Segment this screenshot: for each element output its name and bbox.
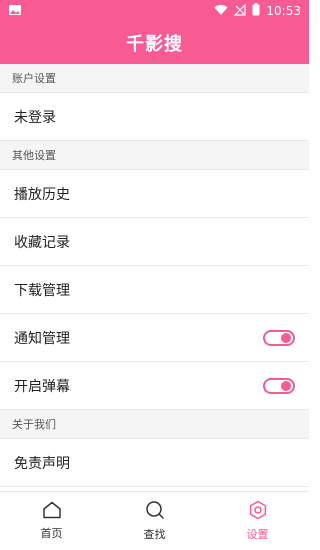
section-header-label: 账户设置 (12, 72, 56, 85)
notifications-item[interactable]: 通知管理 (0, 314, 309, 362)
settings-icon (248, 500, 268, 523)
page-title: 千影搜 (126, 34, 183, 55)
home-icon (42, 501, 62, 522)
signal-off-icon (233, 3, 247, 19)
popup-toggle[interactable] (263, 377, 295, 394)
downloads-label: 下载管理 (14, 282, 70, 299)
history-label: 播放历史 (14, 186, 70, 203)
notifications-toggle[interactable] (263, 329, 295, 346)
app-title-bar: 千影搜 (0, 22, 309, 64)
wifi-icon (214, 4, 228, 19)
section-header-label: 关于我们 (12, 418, 56, 431)
section-header-account: 账户设置 (0, 64, 309, 93)
popup-label: 开启弹幕 (14, 378, 70, 395)
status-time: 10:53 (266, 4, 301, 18)
disclaimer-label: 免责声明 (14, 455, 70, 472)
history-item[interactable]: 播放历史 (0, 170, 309, 218)
notifications-label: 通知管理 (14, 330, 70, 347)
nav-settings[interactable]: 设置 (206, 492, 309, 550)
battery-icon (252, 3, 260, 19)
favorites-item[interactable]: 收藏记录 (0, 218, 309, 266)
nav-settings-label: 设置 (246, 528, 269, 541)
section-header-other: 其他设置 (0, 141, 309, 170)
favorites-label: 收藏记录 (14, 234, 70, 251)
toggle-knob (281, 332, 291, 343)
nav-home[interactable]: 首页 (0, 492, 103, 550)
nav-search-label: 查找 (143, 528, 166, 541)
bottom-navigation: 首页 查找 设置 (0, 491, 309, 550)
login-item[interactable]: 未登录 (0, 93, 309, 141)
disclaimer-item[interactable]: 免责声明 (0, 439, 309, 487)
section-header-about: 关于我们 (0, 410, 309, 439)
nav-search[interactable]: 查找 (103, 492, 206, 550)
nav-home-label: 首页 (40, 527, 63, 540)
login-label: 未登录 (14, 109, 56, 126)
status-bar: 10:53 (0, 0, 309, 22)
popup-item[interactable]: 开启弹幕 (0, 362, 309, 410)
downloads-item[interactable]: 下载管理 (0, 266, 309, 314)
image-icon (8, 4, 22, 19)
section-header-label: 其他设置 (12, 149, 56, 162)
toggle-knob (281, 380, 291, 391)
search-icon (145, 500, 165, 523)
